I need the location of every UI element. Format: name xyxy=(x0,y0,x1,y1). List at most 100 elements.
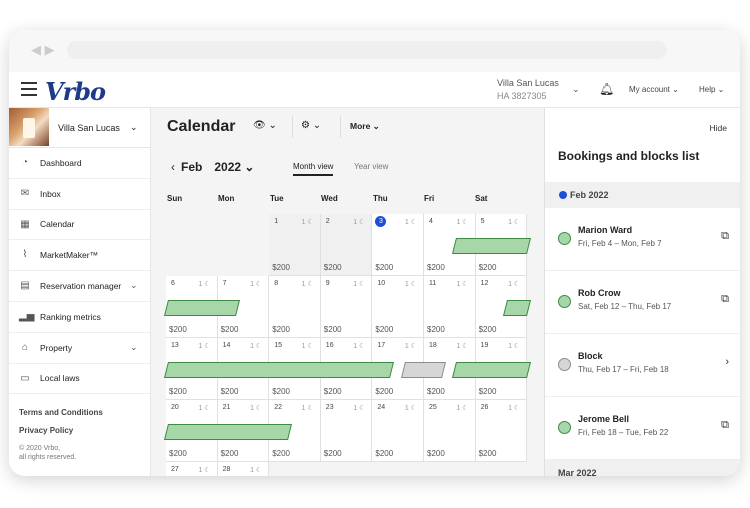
day-cell-23[interactable]: 23 1 ☾ $200 xyxy=(320,400,373,462)
vrbo-logo[interactable]: Vrbo xyxy=(45,77,106,106)
weekday-tue: Tue xyxy=(270,194,284,203)
status-dot xyxy=(558,295,571,308)
day-cell-1[interactable]: 1 1 ☾ $200 xyxy=(269,214,321,276)
chevron-down-icon[interactable]: ⌄ xyxy=(130,342,138,353)
sidebar-item-dashboard[interactable]: ◔ Dashboard xyxy=(9,148,150,179)
day-cell-24[interactable]: 24 1 ☾ $200 xyxy=(372,400,424,462)
external-link-icon[interactable]: ⧉ xyxy=(721,230,729,243)
booking-bar-rob-crow-cont[interactable] xyxy=(164,362,394,378)
min-nights: 1 ☾ xyxy=(353,405,366,412)
privacy-link[interactable]: Privacy Policy xyxy=(19,426,103,435)
property-card[interactable]: Villa San Lucas ⌄ xyxy=(9,108,150,148)
menu-icon[interactable] xyxy=(21,82,37,96)
booking-item[interactable]: Rob Crow Sat, Feb 12 – Thu, Feb 17 ⧉ xyxy=(545,271,740,334)
tab-month-view[interactable]: Month view xyxy=(293,162,334,176)
day-price: $200 xyxy=(323,263,342,272)
booking-item[interactable]: Jerome Bell Fri, Feb 18 – Tue, Feb 22 ⧉ xyxy=(545,397,740,460)
bar-chart-icon: ▂▅ xyxy=(19,310,35,322)
sidebar-item-local-laws[interactable]: ▭ Local laws xyxy=(9,364,150,395)
booking-dates: Sat, Feb 12 – Thu, Feb 17 xyxy=(578,302,672,311)
booking-name: Rob Crow xyxy=(578,288,621,298)
min-nights: 1 ☾ xyxy=(456,405,469,412)
day-cell-28[interactable]: 281 ☾$200 xyxy=(217,462,270,476)
url-bar[interactable] xyxy=(67,41,667,59)
sidebar-item-inbox[interactable]: ✉ Inbox xyxy=(9,179,150,210)
min-nights: 1 ☾ xyxy=(508,405,521,412)
day-cell-2[interactable]: 2 1 ☾ $200 xyxy=(320,214,373,276)
block-bar[interactable] xyxy=(401,362,446,378)
booking-bar-jerome-bell[interactable] xyxy=(452,362,531,378)
sidebar-item-property[interactable]: ⌂ Property ⌄ xyxy=(9,333,150,364)
property-selector-code: HA 3827305 xyxy=(497,91,547,101)
chevron-down-icon[interactable]: ⌄ xyxy=(130,122,138,133)
day-price: $200 xyxy=(427,387,445,396)
booking-bar-marion-ward-cont[interactable] xyxy=(164,300,240,316)
day-cell-11[interactable]: 11 1 ☾ $200 xyxy=(424,276,476,338)
day-number: 21 xyxy=(222,404,231,411)
more-menu[interactable]: More ⌄ xyxy=(350,121,380,132)
chevron-right-icon[interactable]: › xyxy=(725,356,729,368)
min-nights: 1 ☾ xyxy=(250,467,263,474)
min-nights: 1 ☾ xyxy=(456,219,469,226)
min-nights: 1 ☾ xyxy=(404,219,417,226)
booking-item[interactable]: Marion Ward Fri, Feb 4 – Mon, Feb 7 ⧉ xyxy=(545,208,740,271)
day-number: 12 xyxy=(480,280,489,287)
day-price: $200 xyxy=(375,387,394,396)
booking-bar-marion-ward[interactable] xyxy=(452,238,531,254)
hide-panel-button[interactable]: Hide xyxy=(710,123,727,133)
eye-icon: 👁︎ xyxy=(253,120,266,131)
visibility-dropdown[interactable]: 👁︎ ⌄ xyxy=(253,120,277,131)
my-account-menu[interactable]: My account ⌄ xyxy=(629,85,679,94)
sidebar-item-marketmaker[interactable]: ⌇ MarketMaker™ xyxy=(9,240,150,272)
bookings-panel: Hide Bookings and blocks list Feb 2022 M… xyxy=(544,108,740,476)
calendar-icon: ▦ xyxy=(20,218,30,230)
day-cell-9[interactable]: 9 1 ☾ $200 xyxy=(320,276,373,338)
booking-item[interactable]: Block Thu, Feb 17 – Fri, Feb 18 › xyxy=(545,334,740,397)
booking-dates: Fri, Feb 4 – Mon, Feb 7 xyxy=(578,239,662,248)
min-nights: 1 ☾ xyxy=(456,281,469,288)
day-cell-8[interactable]: 8 1 ☾ $200 xyxy=(269,276,321,338)
day-cell-10[interactable]: 10 1 ☾ $200 xyxy=(372,276,424,338)
settings-dropdown[interactable]: ⚙ ⌄ xyxy=(301,120,321,131)
day-cell-26[interactable]: 26 1 ☾ $200 xyxy=(475,400,528,462)
tab-year-view[interactable]: Year view xyxy=(354,162,388,171)
day-number: 14 xyxy=(222,342,231,349)
terms-link[interactable]: Terms and Conditions xyxy=(19,408,103,417)
year-selector[interactable]: 2022 ⌄ xyxy=(214,160,254,174)
previous-month-icon[interactable]: ‹ xyxy=(171,160,175,174)
chevron-down-icon[interactable]: ⌄ xyxy=(572,84,580,95)
day-price: $200 xyxy=(272,325,290,334)
min-nights: 1 ☾ xyxy=(404,343,417,350)
property-selector[interactable]: Villa San Lucas HA 3827305 xyxy=(497,77,559,103)
day-cell-27[interactable]: 271 ☾$200 xyxy=(166,462,218,476)
day-number: 16 xyxy=(325,342,334,349)
sidebar-item-reservation-manager[interactable]: ▤ Reservation manager ⌄ xyxy=(9,271,150,302)
weekday-mon: Mon xyxy=(218,194,235,203)
day-price: $200 xyxy=(478,325,497,334)
min-nights: 1 ☾ xyxy=(198,405,211,412)
sidebar-item-ranking-metrics[interactable]: ▂▅ Ranking metrics xyxy=(9,302,150,333)
day-number: 18 xyxy=(429,342,437,349)
sidebar-item-calendar[interactable]: ▦ Calendar xyxy=(9,210,150,241)
day-number: 13 xyxy=(171,342,179,349)
home-icon: ⌂ xyxy=(21,341,29,353)
day-cell-25[interactable]: 25 1 ☾ $200 xyxy=(424,400,476,462)
booking-bar-rob-crow[interactable] xyxy=(503,300,531,316)
chevron-down-icon[interactable]: ⌄ xyxy=(130,280,138,291)
day-price: $200 xyxy=(272,449,290,458)
min-nights: 1 ☾ xyxy=(301,219,314,226)
external-link-icon[interactable]: ⧉ xyxy=(721,293,729,306)
min-nights: 1 ☾ xyxy=(301,343,314,350)
day-price: $200 xyxy=(427,263,445,272)
booking-dates: Fri, Feb 18 – Tue, Feb 22 xyxy=(578,428,669,437)
day-cell-3[interactable]: 3 1 ☾ $200 xyxy=(372,214,424,276)
booking-bar-jerome-bell-cont[interactable] xyxy=(164,424,292,440)
day-number: 24 xyxy=(377,404,386,411)
day-number: 23 xyxy=(325,404,334,411)
day-number: 11 xyxy=(429,280,437,287)
day-price: $200 xyxy=(272,263,290,272)
day-number: 25 xyxy=(429,404,437,411)
bell-icon[interactable]: 🔔︎ xyxy=(599,82,614,96)
help-menu[interactable]: Help ⌄ xyxy=(699,85,724,94)
external-link-icon[interactable]: ⧉ xyxy=(721,419,729,432)
